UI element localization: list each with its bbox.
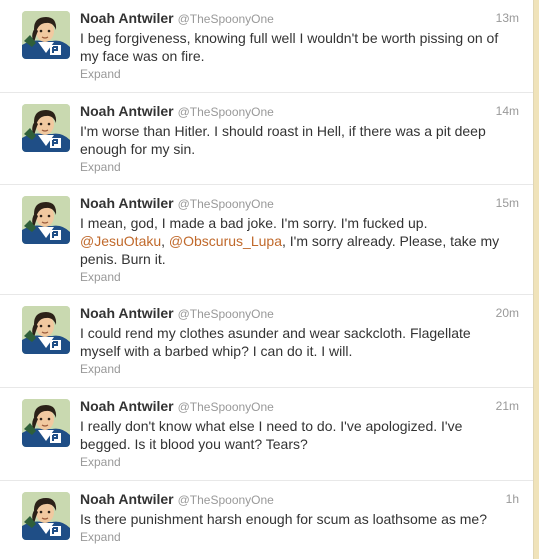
user-name[interactable]: Noah Antwiler bbox=[80, 103, 174, 119]
user-handle[interactable]: @TheSpoonyOne bbox=[178, 400, 274, 414]
avatar-illustration bbox=[22, 11, 70, 59]
user-handle[interactable]: @TheSpoonyOne bbox=[178, 197, 274, 211]
tweet-item[interactable]: Noah Antwiler @TheSpoonyOne 13m I beg for… bbox=[0, 0, 533, 93]
timestamp[interactable]: 14m bbox=[496, 104, 519, 118]
avatar-illustration bbox=[22, 492, 70, 540]
expand-link[interactable]: Expand bbox=[80, 530, 121, 544]
user-handle[interactable]: @TheSpoonyOne bbox=[178, 307, 274, 321]
timestamp[interactable]: 15m bbox=[496, 196, 519, 210]
expand-link[interactable]: Expand bbox=[80, 160, 121, 174]
tweet-timeline: Noah Antwiler @TheSpoonyOne 13m I beg for… bbox=[0, 0, 534, 559]
user-name[interactable]: Noah Antwiler bbox=[80, 305, 174, 321]
avatar[interactable] bbox=[22, 492, 70, 540]
tweet-header: Noah Antwiler @TheSpoonyOne 14m bbox=[80, 103, 519, 121]
expand-link[interactable]: Expand bbox=[80, 67, 121, 81]
tweet-header: Noah Antwiler @TheSpoonyOne 13m bbox=[80, 10, 519, 28]
user-handle[interactable]: @TheSpoonyOne bbox=[178, 493, 274, 507]
tweet-item[interactable]: Noah Antwiler @TheSpoonyOne 1h Is there p… bbox=[0, 481, 533, 559]
tweet-text: I could rend my clothes asunder and wear… bbox=[80, 325, 471, 359]
tweet-text: I really don't know what else I need to … bbox=[80, 418, 463, 452]
expand-link[interactable]: Expand bbox=[80, 455, 121, 469]
mention-link[interactable]: @JesuOtaku bbox=[80, 233, 161, 249]
avatar-illustration bbox=[22, 306, 70, 354]
avatar[interactable] bbox=[22, 11, 70, 59]
tweet-header: Noah Antwiler @TheSpoonyOne 15m bbox=[80, 195, 519, 213]
timestamp[interactable]: 1h bbox=[506, 492, 519, 506]
avatar-illustration bbox=[22, 104, 70, 152]
user-handle[interactable]: @TheSpoonyOne bbox=[178, 105, 274, 119]
tweet-header: Noah Antwiler @TheSpoonyOne 20m bbox=[80, 305, 519, 323]
timestamp[interactable]: 13m bbox=[496, 11, 519, 25]
tweet-text: I mean, god, I made a bad joke. I'm sorr… bbox=[80, 215, 500, 267]
expand-link[interactable]: Expand bbox=[80, 362, 121, 376]
avatar-illustration bbox=[22, 196, 70, 244]
timestamp[interactable]: 20m bbox=[496, 306, 519, 320]
tweet-text: I beg forgiveness, knowing full well I w… bbox=[80, 30, 499, 64]
expand-link[interactable]: Expand bbox=[80, 270, 121, 284]
tweet-item[interactable]: Noah Antwiler @TheSpoonyOne 14m I'm worse… bbox=[0, 93, 533, 185]
tweet-text: I'm worse than Hitler. I should roast in… bbox=[80, 123, 486, 157]
user-handle[interactable]: @TheSpoonyOne bbox=[178, 12, 274, 26]
user-name[interactable]: Noah Antwiler bbox=[80, 195, 174, 211]
user-name[interactable]: Noah Antwiler bbox=[80, 10, 174, 26]
tweet-header: Noah Antwiler @TheSpoonyOne 1h bbox=[80, 491, 519, 509]
avatar[interactable] bbox=[22, 104, 70, 152]
timestamp[interactable]: 21m bbox=[496, 399, 519, 413]
user-name[interactable]: Noah Antwiler bbox=[80, 398, 174, 414]
avatar[interactable] bbox=[22, 306, 70, 354]
mention-link[interactable]: @Obscurus_Lupa bbox=[169, 233, 282, 249]
tweet-text: Is there punishment harsh enough for scu… bbox=[80, 511, 487, 527]
tweet-header: Noah Antwiler @TheSpoonyOne 21m bbox=[80, 398, 519, 416]
tweet-item[interactable]: Noah Antwiler @TheSpoonyOne 15m I mean, g… bbox=[0, 185, 533, 295]
avatar-illustration bbox=[22, 399, 70, 447]
user-name[interactable]: Noah Antwiler bbox=[80, 491, 174, 507]
tweet-item[interactable]: Noah Antwiler @TheSpoonyOne 20m I could r… bbox=[0, 295, 533, 388]
tweet-item[interactable]: Noah Antwiler @TheSpoonyOne 21m I really … bbox=[0, 388, 533, 481]
avatar[interactable] bbox=[22, 399, 70, 447]
avatar[interactable] bbox=[22, 196, 70, 244]
